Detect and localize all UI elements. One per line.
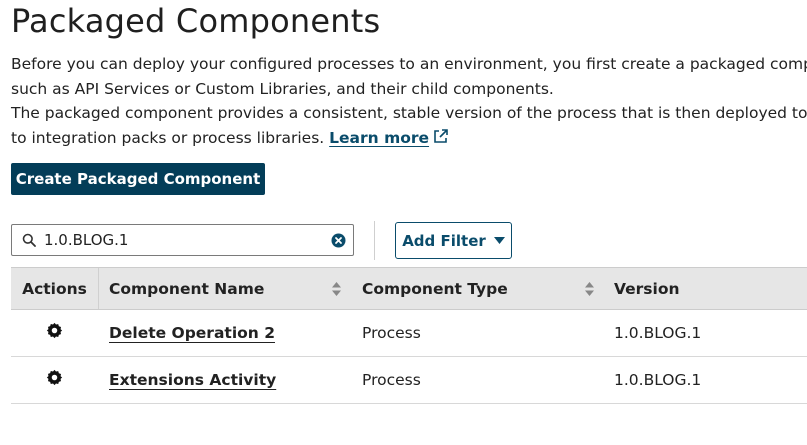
component-type-cell: Process — [362, 324, 421, 342]
column-header-actions: Actions — [11, 268, 99, 309]
column-header-component-type[interactable]: Component Type — [362, 268, 508, 309]
caret-down-icon — [493, 237, 505, 244]
packaged-components-table: Actions Component Name Component Type Ve… — [11, 267, 807, 404]
external-link-icon[interactable] — [433, 128, 448, 144]
page-title: Packaged Components — [11, 2, 381, 40]
create-packaged-component-button[interactable]: Create Packaged Component — [11, 163, 265, 195]
column-header-version[interactable]: Version — [614, 268, 680, 309]
description-line: The packaged component provides a consis… — [11, 104, 807, 122]
version-cell: 1.0.BLOG.1 — [614, 324, 702, 342]
row-actions-cell — [11, 310, 98, 356]
version-cell: 1.0.BLOG.1 — [614, 371, 702, 389]
description-line: Before you can deploy your configured pr… — [11, 55, 807, 73]
table-row: Delete Operation 2 Process 1.0.BLOG.1 — [11, 310, 807, 357]
search-box — [11, 224, 354, 256]
component-name-cell: Extensions Activity — [109, 357, 276, 403]
component-type-cell: Process — [362, 371, 421, 389]
search-input[interactable] — [42, 230, 326, 250]
sort-icon[interactable] — [332, 282, 341, 296]
add-filter-label: Add Filter — [402, 231, 486, 250]
clear-icon[interactable] — [331, 233, 346, 248]
column-header-component-name[interactable]: Component Name — [109, 268, 264, 309]
component-name-link[interactable]: Extensions Activity — [109, 371, 276, 389]
table-header: Actions Component Name Component Type Ve… — [11, 267, 807, 310]
learn-more-link[interactable]: Learn more — [329, 129, 429, 147]
description-line-text: to integration packs or process librarie… — [11, 128, 325, 147]
component-name-cell: Delete Operation 2 — [109, 310, 275, 356]
component-name-link[interactable]: Delete Operation 2 — [109, 324, 275, 342]
row-actions-cell — [11, 357, 98, 403]
table-row: Extensions Activity Process 1.0.BLOG.1 — [11, 357, 807, 404]
gear-icon[interactable] — [46, 369, 63, 386]
toolbar-divider — [374, 221, 375, 260]
search-icon — [22, 233, 36, 247]
add-filter-button[interactable]: Add Filter — [395, 222, 512, 259]
description-line: such as API Services or Custom Libraries… — [11, 79, 554, 98]
description-line: to integration packs or process librarie… — [11, 126, 807, 151]
page-description: Before you can deploy your configured pr… — [11, 52, 807, 150]
gear-icon[interactable] — [46, 322, 63, 339]
sort-icon[interactable] — [585, 282, 594, 296]
